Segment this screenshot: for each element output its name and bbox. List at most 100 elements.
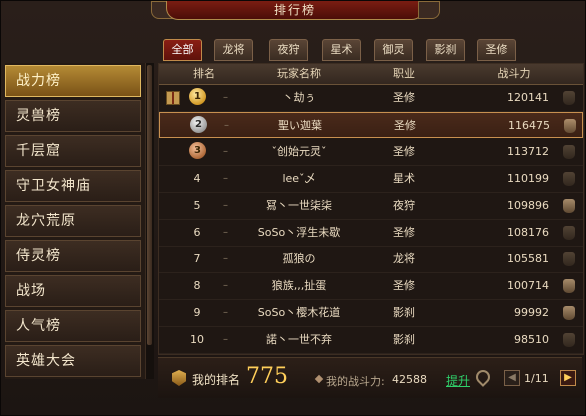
armor-icon[interactable] — [564, 118, 576, 133]
table-row[interactable]: 7 – 孤狼の 龙将 105581 — [159, 246, 583, 274]
power-cell: 100714 — [507, 279, 549, 293]
sidebar-item-temple[interactable]: 守卫女神庙 — [5, 170, 141, 202]
tab-shadow-blade[interactable]: 影刹 — [426, 39, 465, 61]
class-cell: 圣修 — [394, 118, 416, 132]
sidebar-item-cave[interactable]: 千层窟 — [5, 135, 141, 167]
class-cell: 星术 — [393, 171, 415, 185]
rank-change: – — [223, 253, 228, 265]
rank-change: – — [223, 92, 228, 103]
window-title: 排行榜 — [166, 1, 424, 20]
armor-icon[interactable] — [563, 144, 575, 159]
gift-icon[interactable] — [166, 91, 180, 105]
class-cell: 影刹 — [393, 306, 415, 320]
player-name-cell[interactable]: 諾丶一世不弃 — [239, 327, 359, 353]
player-name-cell[interactable]: 聖い迦葉 — [240, 113, 360, 139]
armor-icon[interactable] — [563, 91, 575, 105]
tab-all[interactable]: 全部 — [163, 39, 202, 61]
class-cell: 夜狩 — [393, 198, 415, 212]
armor-icon[interactable] — [563, 171, 575, 186]
power-cell: 108176 — [507, 225, 549, 239]
bronze-medal-icon: 3 — [189, 141, 206, 159]
table-row[interactable]: 3 – ˇ创始元灵ˇ 圣修 113712 — [159, 139, 583, 166]
class-cell: 圣修 — [393, 144, 415, 158]
power-cell: 116475 — [508, 118, 550, 132]
player-name-cell[interactable]: SoSo丶浮生未歇 — [239, 220, 359, 246]
table-row[interactable]: 8 – 狼族,,,扯蛋 圣修 100714 — [159, 273, 583, 301]
rank-change: – — [223, 226, 228, 238]
armor-icon[interactable] — [563, 279, 575, 294]
rank-change: – — [223, 145, 228, 157]
power-cell: 120141 — [507, 91, 549, 104]
tab-night-hunter[interactable]: 夜狩 — [269, 39, 308, 61]
rank-change: – — [223, 199, 228, 211]
sidebar-item-battlefield[interactable]: 战场 — [5, 275, 141, 307]
power-cell: 109896 — [507, 198, 549, 212]
armor-icon[interactable] — [563, 252, 575, 267]
header-name: 玩家名称 — [277, 67, 321, 80]
next-page-button[interactable]: ▶ — [560, 370, 576, 386]
tab-dragon-general[interactable]: 龙将 — [214, 39, 253, 61]
class-cell: 圣修 — [393, 91, 415, 104]
rank-change: – — [224, 119, 229, 131]
rank-cell: 9 — [193, 306, 201, 320]
header-class: 职业 — [393, 67, 415, 80]
table-row[interactable]: 1 – 丶劫ぅ 圣修 120141 — [159, 85, 583, 112]
rank-cell: 5 — [193, 198, 201, 212]
rank-change: – — [223, 307, 228, 319]
location-pin-icon[interactable] — [473, 367, 493, 387]
player-name-cell[interactable]: 丶劫ぅ — [239, 85, 359, 111]
class-cell: 龙将 — [393, 252, 415, 266]
armor-icon[interactable] — [563, 306, 575, 321]
armor-icon[interactable] — [563, 198, 575, 213]
player-name-cell[interactable]: ˇ创始元灵ˇ — [239, 139, 359, 165]
rank-cell: 7 — [193, 252, 201, 266]
title-cap-right — [418, 1, 440, 19]
class-cell: 圣修 — [393, 279, 415, 293]
rank-cell: 8 — [193, 279, 201, 293]
my-rank-value: 775 — [246, 364, 288, 389]
sidebar-item-popularity[interactable]: 人气榜 — [5, 310, 141, 342]
table-row[interactable]: 10 – 諾丶一世不弃 影刹 98510 — [159, 327, 583, 355]
table-row[interactable]: 2 – 聖い迦葉 圣修 116475 — [159, 111, 583, 139]
page-indicator: 1/11 — [524, 372, 549, 385]
prev-page-button[interactable]: ◀ — [504, 370, 520, 386]
tab-star-art[interactable]: 星术 — [322, 39, 361, 61]
tab-spirit-tamer[interactable]: 御灵 — [374, 39, 413, 61]
diamond-icon — [314, 374, 324, 384]
power-cell: 105581 — [507, 252, 549, 266]
table-row[interactable]: 9 – SoSo丶樱木花道 影刹 99992 — [159, 300, 583, 328]
sidebar: 战力榜 灵兽榜 千层窟 守卫女神庙 龙穴荒原 侍灵榜 战场 人气榜 英雄大会 — [5, 63, 154, 379]
ranking-table: 排名 玩家名称 职业 战斗力 1– 丶劫ぅ 圣修 120141 2– 聖い迦葉 圣修 1164… — [158, 63, 584, 355]
power-cell: 99992 — [514, 306, 549, 320]
armor-icon[interactable] — [563, 333, 575, 348]
header-rank: 排名 — [193, 67, 215, 80]
leaderboard-window: 排行榜 全部 龙将 夜狩 星术 御灵 影刹 圣修 战力榜 灵兽榜 千层窟 守卫女… — [0, 0, 586, 416]
table-row[interactable]: 6 – SoSo丶浮生未歇 圣修 108176 — [159, 220, 583, 247]
sidebar-item-spirit[interactable]: 侍灵榜 — [5, 240, 141, 272]
tab-holy-cultivator[interactable]: 圣修 — [477, 39, 516, 61]
sidebar-item-dragon-lair[interactable]: 龙穴荒原 — [5, 205, 141, 237]
player-name-cell[interactable]: 孤狼の — [239, 246, 359, 272]
class-cell: 圣修 — [393, 225, 415, 239]
my-power-label: 我的战斗力: — [326, 375, 385, 388]
sidebar-item-pet[interactable]: 灵兽榜 — [5, 100, 141, 132]
sidebar-scrollbar[interactable] — [145, 63, 154, 379]
player-name-cell[interactable]: leeˇ乄 — [239, 166, 359, 192]
sidebar-item-power[interactable]: 战力榜 — [5, 65, 141, 97]
sidebar-item-hero-conference[interactable]: 英雄大会 — [5, 345, 141, 377]
player-name-cell[interactable]: SoSo丶樱木花道 — [239, 300, 359, 326]
player-name-cell[interactable]: 冩丶一世柒柒 — [239, 193, 359, 219]
upgrade-link[interactable]: 提升 — [446, 372, 470, 389]
header-power: 战斗力 — [497, 67, 531, 80]
table-row[interactable]: 5 – 冩丶一世柒柒 夜狩 109896 — [159, 193, 583, 220]
gold-medal-icon: 1 — [189, 88, 206, 105]
table-row[interactable]: 4 – leeˇ乄 星术 110199 — [159, 166, 583, 193]
player-name-cell[interactable]: 狼族,,,扯蛋 — [239, 273, 359, 299]
armor-icon[interactable] — [563, 225, 575, 240]
rank-change: – — [223, 280, 228, 292]
rank-cell: 6 — [193, 225, 201, 239]
sidebar-scroll-thumb[interactable] — [147, 65, 152, 345]
footer-bar: 我的排名 775 我的战斗力: 42588 提升 ◀ 1/11 ▶ — [158, 357, 582, 398]
rank-badge-icon — [172, 370, 186, 386]
my-rank-label: 我的排名 — [192, 373, 241, 387]
